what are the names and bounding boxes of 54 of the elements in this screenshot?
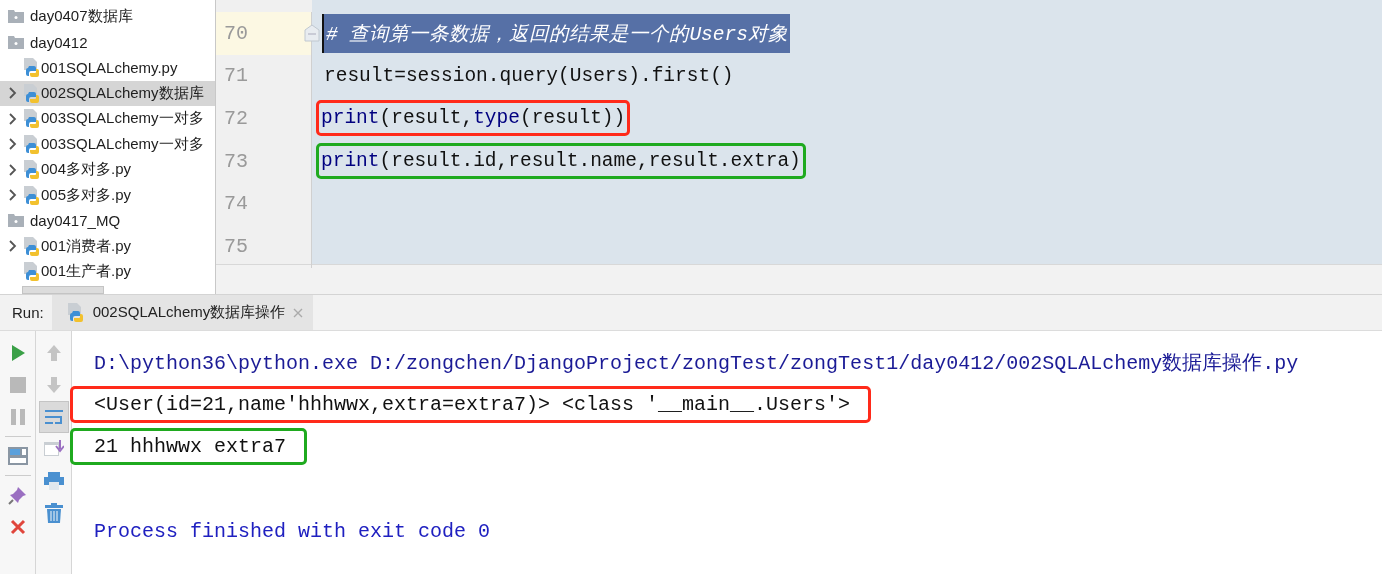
stop-icon[interactable] — [9, 377, 26, 393]
python-file-icon — [24, 109, 39, 129]
layout-icon[interactable] — [7, 447, 28, 465]
file-label[interactable]: 001SQLALchemy.py — [41, 59, 178, 77]
chevron-icon[interactable] — [9, 240, 17, 253]
python-file-icon — [24, 58, 39, 78]
code-line: result=session.query(Users).first() — [323, 64, 735, 87]
up-arrow-icon[interactable] — [45, 344, 62, 362]
python-file-icon — [24, 160, 39, 180]
file-label[interactable]: 005多对多.py — [41, 185, 132, 205]
file-label[interactable]: 003SQLALchemy一对多 — [41, 134, 204, 154]
run-icon[interactable] — [9, 344, 26, 362]
python-file-icon — [24, 185, 39, 205]
python-file-icon — [67, 303, 83, 322]
folder-icon — [8, 35, 24, 49]
folder-label[interactable]: day0417_MQ — [30, 212, 121, 230]
chevron-icon[interactable] — [9, 138, 17, 151]
pin-icon[interactable] — [7, 485, 28, 505]
console-line: Process finished with exit code 0 — [94, 519, 491, 543]
python-file-icon — [24, 236, 39, 256]
run-label: Run: — [11, 304, 45, 321]
python-file-icon — [24, 134, 39, 154]
close-icon[interactable] — [293, 307, 304, 318]
file-label[interactable]: 003SQLALchemy一对多 — [41, 109, 204, 129]
line-number: 75 — [224, 234, 248, 258]
line-number: 71 — [224, 64, 248, 88]
scroll-to-end-icon[interactable] — [43, 440, 64, 458]
trash-icon[interactable] — [44, 503, 63, 523]
pause-icon[interactable] — [10, 409, 25, 425]
line-number: 74 — [224, 192, 248, 216]
python-file-icon — [24, 262, 39, 282]
chevron-icon[interactable] — [9, 189, 17, 202]
line-number: 73 — [224, 149, 248, 173]
line-number: 72 — [224, 107, 248, 130]
scrollbar-thumb[interactable] — [22, 285, 104, 294]
chevron-icon[interactable] — [9, 112, 17, 125]
console-line: D:\python36\python.exe D:/zongchen/DjangoProject/zongTest/zongTest1/day0412/002SQLALchemy数据库操作.py — [94, 350, 1299, 376]
file-label[interactable]: 001生产者.py — [41, 262, 132, 282]
file-label[interactable]: 001消费者.py — [41, 236, 132, 256]
chevron-icon[interactable] — [9, 163, 17, 176]
file-label[interactable]: 004多对多.py — [41, 160, 132, 180]
down-arrow-icon[interactable] — [45, 376, 62, 394]
folder-icon — [8, 214, 24, 228]
python-file-icon — [24, 83, 39, 103]
code-comment: # 查询第一条数据，返回的结果是一个的Users对象 — [322, 13, 790, 53]
print-icon[interactable] — [43, 472, 64, 490]
soft-wrap-icon[interactable] — [43, 408, 64, 426]
close-icon[interactable] — [9, 519, 26, 535]
folder-label[interactable]: day0407数据库 — [30, 7, 133, 27]
run-tab[interactable]: 002SQLALchemy数据库操作 — [51, 295, 314, 330]
folder-label[interactable]: day0412 — [30, 33, 88, 51]
folder-icon — [8, 10, 24, 24]
line-number: 70 — [224, 21, 248, 45]
chevron-icon[interactable] — [9, 87, 17, 100]
